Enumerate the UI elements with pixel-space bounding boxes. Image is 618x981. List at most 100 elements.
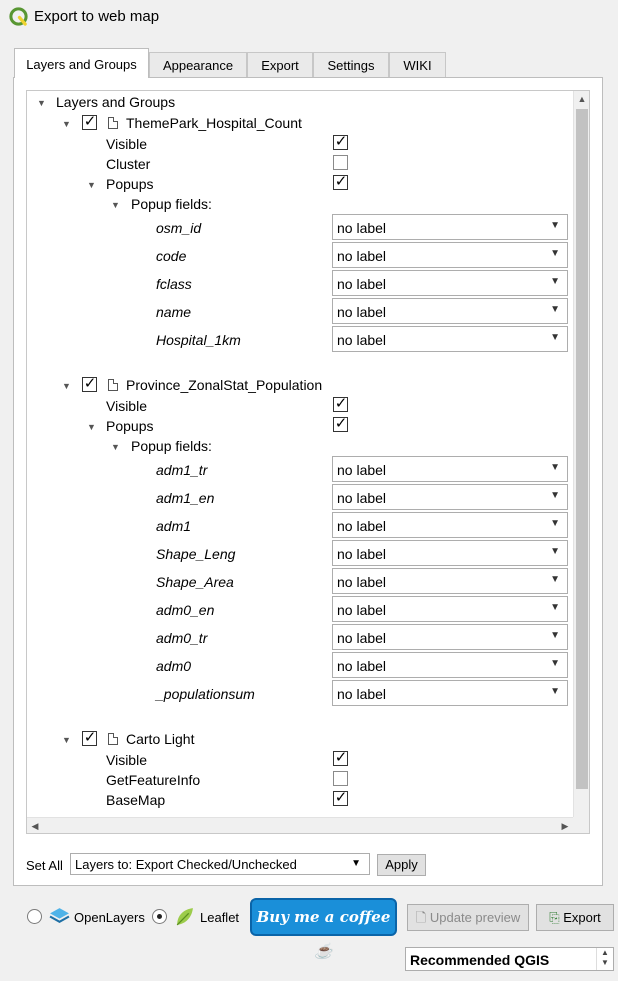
combo-value: no label [337, 574, 387, 590]
prop-checkbox-popups[interactable]: ✓ [333, 173, 348, 190]
prop-checkbox-visible[interactable]: ✓ [333, 133, 348, 150]
chevron-down-icon: ▼ [550, 332, 560, 343]
combo-value: no label [337, 276, 387, 292]
expand-arrow-icon[interactable]: ▼ [87, 422, 96, 432]
qgis-logo-icon [9, 7, 28, 26]
title-bar: Export to web map [0, 0, 618, 34]
combo-value: no label [337, 462, 387, 478]
field-label-combo[interactable]: no label ▼ [332, 214, 568, 240]
combo-value: no label [337, 546, 387, 562]
field-label: fclass [156, 276, 192, 292]
field-label-combo[interactable]: no label ▼ [332, 298, 568, 324]
refresh-doc-icon: 🗋 [415, 910, 427, 925]
export-label: Export [563, 910, 601, 925]
layer-checkbox-themepark[interactable]: ✓ [82, 113, 97, 130]
field-label-combo[interactable]: no label ▼ [332, 242, 568, 268]
openlayers-label: OpenLayers [74, 910, 145, 925]
layer-doc-icon [108, 379, 118, 391]
set-all-value: Layers to: Export Checked/Unchecked [75, 857, 297, 872]
vertical-scrollbar[interactable]: ▲ ▼ [573, 91, 589, 833]
expand-arrow-icon[interactable]: ▼ [87, 180, 96, 190]
window-title: Export to web map [34, 8, 160, 25]
tab-settings[interactable]: Settings [313, 52, 389, 78]
scroll-left-icon[interactable]: ◀ [27, 818, 43, 833]
chevron-down-icon: ▼ [550, 220, 560, 231]
leaflet-radio[interactable] [152, 909, 167, 924]
spin-down-icon[interactable]: ▼ [597, 958, 613, 968]
expand-arrow-icon[interactable]: ▼ [37, 98, 46, 108]
combo-value: no label [337, 332, 387, 348]
tab-layers-and-groups[interactable]: Layers and Groups [14, 48, 149, 78]
update-preview-button[interactable]: 🗋 Update preview [407, 904, 529, 931]
field-label-combo[interactable]: no label ▼ [332, 512, 568, 538]
combo-value: no label [337, 304, 387, 320]
layer-checkbox-carto-light[interactable]: ✓ [82, 729, 97, 746]
field-label-combo[interactable]: no label ▼ [332, 652, 568, 678]
expand-arrow-icon[interactable]: ▼ [62, 381, 71, 391]
chevron-down-icon: ▼ [550, 602, 560, 613]
scroll-right-icon[interactable]: ▶ [557, 818, 573, 833]
scroll-corner [573, 817, 589, 833]
field-label-combo[interactable]: no label ▼ [332, 568, 568, 594]
prop-checkbox-visible[interactable]: ✓ [333, 395, 348, 412]
expand-arrow-icon[interactable]: ▼ [111, 200, 120, 210]
prop-label-cluster: Cluster [106, 156, 151, 172]
combo-value: no label [337, 686, 387, 702]
chevron-down-icon: ▼ [550, 276, 560, 287]
combo-value: no label [337, 630, 387, 646]
field-label-combo[interactable]: no label ▼ [332, 540, 568, 566]
expand-arrow-icon[interactable]: ▼ [62, 119, 71, 129]
field-label: Hospital_1km [156, 332, 241, 348]
field-label: adm0 [156, 658, 192, 674]
tab-export[interactable]: Export [247, 52, 313, 78]
expand-arrow-icon[interactable]: ▼ [111, 442, 120, 452]
set-all-combo[interactable]: Layers to: Export Checked/Unchecked ▼ [70, 853, 370, 875]
tab-panel-layers-and-groups: ▼ Layers and Groups ▼ ✓ ThemePark_Hospit… [13, 77, 603, 886]
prop-checkbox-visible[interactable]: ✓ [333, 749, 348, 766]
tab-appearance[interactable]: Appearance [149, 52, 247, 78]
field-label-combo[interactable]: no label ▼ [332, 456, 568, 482]
field-label-combo[interactable]: no label ▼ [332, 326, 568, 352]
field-label-combo[interactable]: no label ▼ [332, 484, 568, 510]
chevron-down-icon: ▼ [550, 304, 560, 315]
layers-tree[interactable]: ▼ Layers and Groups ▼ ✓ ThemePark_Hospit… [26, 90, 590, 834]
expand-arrow-icon[interactable]: ▼ [62, 735, 71, 745]
coffee-cup-icon: ☕ [314, 942, 333, 960]
chevron-down-icon: ▼ [550, 630, 560, 641]
recommended-qgis-spinbox[interactable]: Recommended QGIS ▲ ▼ [405, 947, 614, 971]
prop-label-popups: Popups [106, 176, 154, 192]
buy-me-a-coffee-button[interactable]: Buy me a coffee ☕ [250, 898, 397, 960]
coffee-label: Buy me a coffee [256, 908, 391, 926]
openlayers-radio[interactable] [27, 909, 42, 924]
chevron-down-icon: ▼ [351, 858, 361, 869]
field-label-combo[interactable]: no label ▼ [332, 596, 568, 622]
chevron-down-icon: ▼ [550, 248, 560, 259]
layer-checkbox-province[interactable]: ✓ [82, 375, 97, 392]
field-label-combo[interactable]: no label ▼ [332, 680, 568, 706]
prop-checkbox-getfeatureinfo[interactable] [333, 771, 348, 786]
popup-fields-label: Popup fields: [131, 196, 212, 212]
combo-value: no label [337, 220, 387, 236]
export-icon: ⎘ [549, 910, 560, 925]
chevron-down-icon: ▼ [550, 462, 560, 473]
prop-checkbox-cluster[interactable] [333, 155, 348, 170]
field-label-combo[interactable]: no label ▼ [332, 624, 568, 650]
prop-checkbox-basemap[interactable]: ✓ [333, 789, 348, 806]
export-button[interactable]: ⎘ Export [536, 904, 614, 931]
spin-buttons[interactable]: ▲ ▼ [596, 948, 613, 970]
chevron-down-icon: ▼ [550, 490, 560, 501]
combo-value: no label [337, 248, 387, 264]
field-label: adm0_en [156, 602, 215, 618]
leaflet-icon [176, 908, 193, 926]
tab-wiki[interactable]: WIKI [389, 52, 446, 78]
scroll-up-icon[interactable]: ▲ [574, 91, 589, 107]
spin-up-icon[interactable]: ▲ [597, 948, 613, 958]
layer-name-province: Province_ZonalStat_Population [126, 377, 323, 393]
field-label-combo[interactable]: no label ▼ [332, 270, 568, 296]
prop-checkbox-popups[interactable]: ✓ [333, 415, 348, 432]
horizontal-scrollbar[interactable]: ◀ ▶ [27, 817, 573, 833]
scrollbar-thumb[interactable] [576, 109, 588, 789]
chevron-down-icon: ▼ [550, 546, 560, 557]
apply-button[interactable]: Apply [377, 854, 426, 876]
field-label: adm1_tr [156, 462, 208, 478]
